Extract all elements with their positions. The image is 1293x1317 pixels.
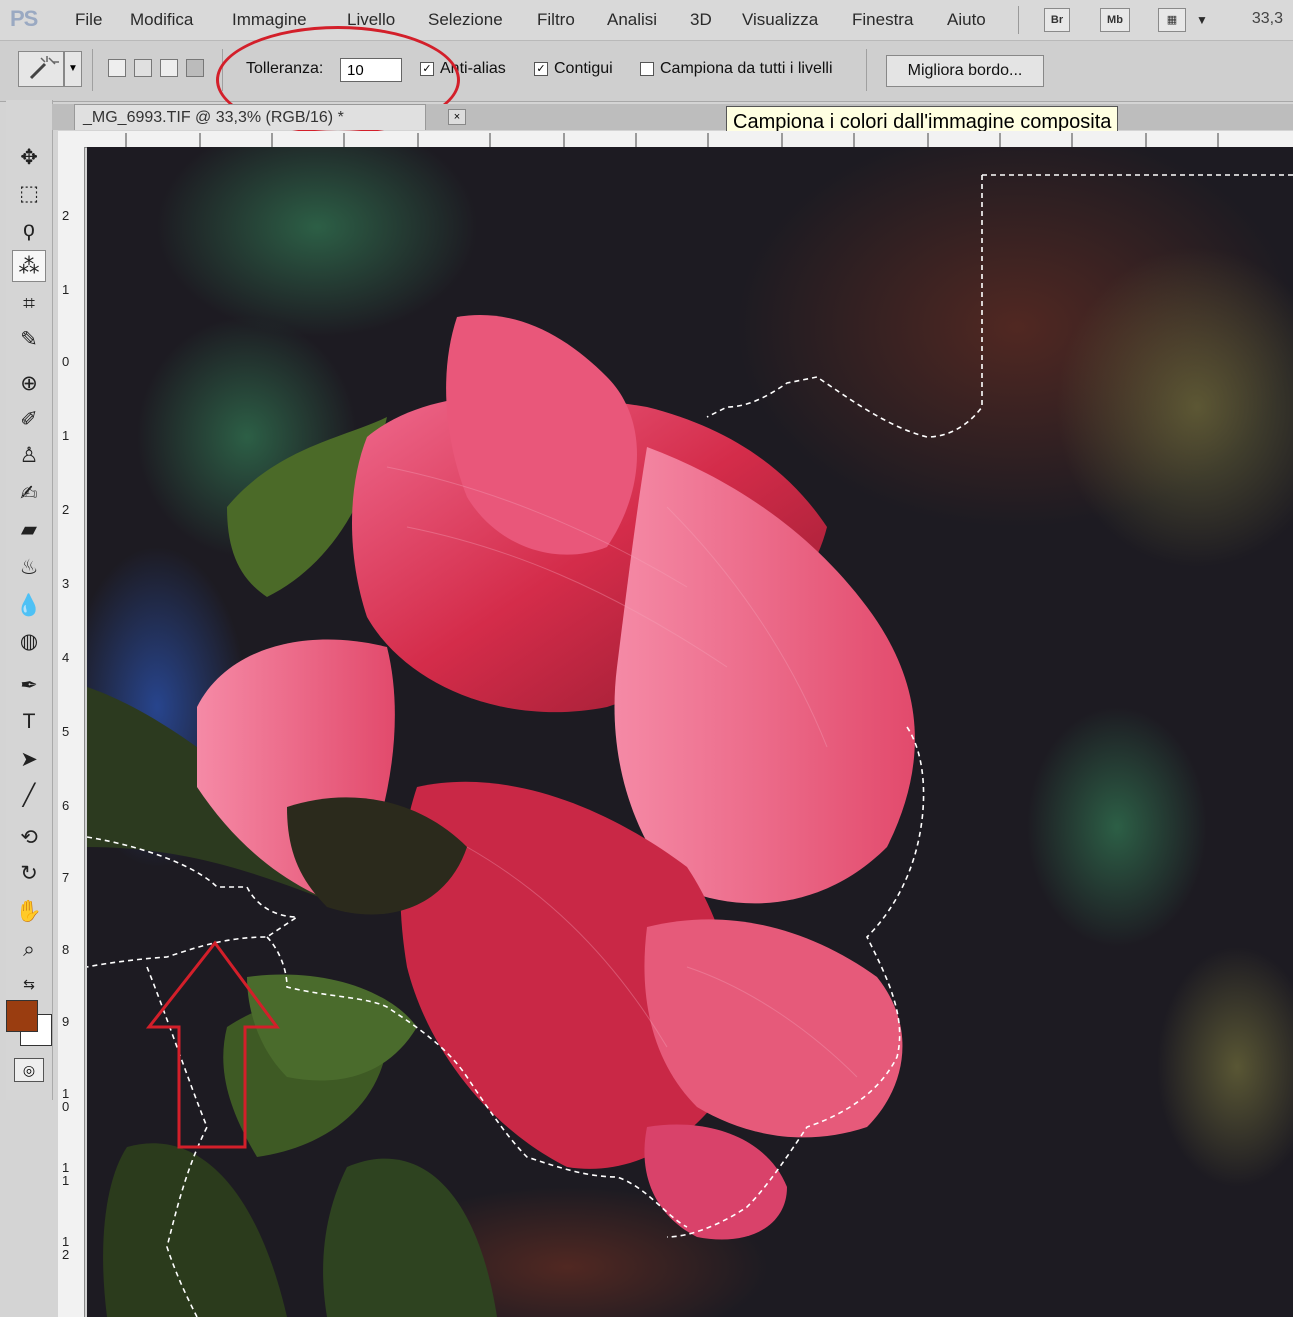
menu-file[interactable]: File bbox=[75, 10, 102, 30]
type-tool-icon[interactable]: T bbox=[12, 706, 46, 738]
hand-tool-icon[interactable]: ✋ bbox=[12, 896, 46, 928]
menu-separator bbox=[1018, 6, 1019, 34]
document-tab[interactable]: _MG_6993.TIF @ 33,3% (RGB/16) * bbox=[74, 104, 426, 130]
options-separator bbox=[222, 49, 223, 91]
ruler-label: 5 bbox=[62, 724, 70, 739]
contiguous-label: Contigui bbox=[554, 60, 613, 77]
new-selection-icon[interactable] bbox=[108, 59, 126, 77]
menu-3d[interactable]: 3D bbox=[690, 10, 712, 30]
chevron-down-icon[interactable]: ▼ bbox=[1196, 13, 1208, 27]
quick-mask-icon[interactable]: ◎ bbox=[14, 1058, 44, 1082]
refine-edge-button[interactable]: Migliora bordo... bbox=[886, 55, 1044, 87]
chevron-down-icon[interactable]: ▼ bbox=[64, 51, 82, 87]
ruler-label: 1 bbox=[62, 428, 70, 443]
ruler-label: 11 bbox=[62, 1160, 70, 1188]
dodge-tool-icon[interactable]: ◍ bbox=[12, 626, 46, 658]
eraser-tool-icon[interactable]: ▰ bbox=[12, 514, 46, 546]
antialias-checkbox[interactable]: ✓ bbox=[420, 62, 434, 76]
ruler-label: 10 bbox=[62, 1086, 70, 1114]
tolerance-label: Tolleranza: bbox=[246, 60, 324, 77]
close-icon[interactable]: × bbox=[448, 109, 466, 125]
menu-selezione[interactable]: Selezione bbox=[428, 10, 503, 30]
tolerance-input[interactable]: 10 bbox=[340, 58, 402, 82]
ruler-label: 9 bbox=[62, 1014, 70, 1029]
paint-bucket-tool-icon[interactable]: ♨ bbox=[12, 552, 46, 584]
menu-aiuto[interactable]: Aiuto bbox=[947, 10, 986, 30]
menu-visualizza[interactable]: Visualizza bbox=[742, 10, 818, 30]
menu-bar: PS File Modifica Immagine Livello Selezi… bbox=[0, 0, 1293, 41]
subtract-selection-icon[interactable] bbox=[160, 59, 178, 77]
menu-modifica[interactable]: Modifica bbox=[130, 10, 193, 30]
options-bar: ▼ Tolleranza: 10 ✓ Anti-alias ✓ Contigui… bbox=[0, 41, 1293, 102]
brush-tool-icon[interactable]: ✐ bbox=[12, 404, 46, 436]
horizontal-ruler-ticks bbox=[125, 133, 1219, 147]
photoshop-logo: PS bbox=[10, 6, 38, 31]
sample-all-layers-label: Campiona da tutti i livelli bbox=[660, 60, 833, 77]
menu-analisi[interactable]: Analisi bbox=[607, 10, 657, 30]
move-tool-icon[interactable]: ✥ bbox=[12, 142, 46, 174]
clone-stamp-tool-icon[interactable]: ♙ bbox=[12, 440, 46, 472]
marquee-tool-icon[interactable]: ⬚ bbox=[12, 178, 46, 210]
history-brush-tool-icon[interactable]: ✍ bbox=[12, 478, 46, 510]
ruler-label: 12 bbox=[62, 1234, 70, 1262]
zoom-tool-icon[interactable]: ⌕ bbox=[12, 934, 46, 966]
antialias-label: Anti-alias bbox=[440, 60, 506, 77]
add-to-selection-icon[interactable] bbox=[134, 59, 152, 77]
ruler-label: 2 bbox=[62, 208, 70, 223]
vertical-ruler[interactable]: 2 1 0 1 2 3 4 5 6 7 8 9 10 11 12 bbox=[58, 147, 85, 1317]
ruler-origin[interactable] bbox=[58, 131, 87, 148]
menu-finestra[interactable]: Finestra bbox=[852, 10, 913, 30]
bridge-button[interactable]: Br bbox=[1044, 8, 1070, 32]
horizontal-ruler[interactable] bbox=[86, 131, 1293, 148]
swap-colors-icon[interactable]: ⇆ bbox=[12, 968, 46, 1000]
options-separator bbox=[866, 49, 867, 91]
hibiscus-photo bbox=[87, 147, 1293, 1317]
ruler-label: 1 bbox=[62, 282, 70, 297]
lasso-tool-icon[interactable]: ϙ bbox=[12, 214, 46, 246]
ruler-label: 0 bbox=[62, 354, 70, 369]
path-selection-tool-icon[interactable]: ➤ bbox=[12, 744, 46, 776]
pen-tool-icon[interactable]: ✒ bbox=[12, 670, 46, 702]
sample-all-layers-checkbox[interactable] bbox=[640, 62, 654, 76]
document-canvas[interactable] bbox=[87, 147, 1293, 1317]
3d-orbit-tool-icon[interactable]: ↻ bbox=[12, 858, 46, 890]
line-tool-icon[interactable]: ╱ bbox=[12, 780, 46, 812]
ruler-label: 8 bbox=[62, 942, 70, 957]
crop-tool-icon[interactable]: ⌗ bbox=[12, 288, 46, 320]
foreground-color-swatch[interactable] bbox=[6, 1000, 38, 1032]
zoom-level[interactable]: 33,3 bbox=[1252, 10, 1283, 28]
contiguous-checkbox[interactable]: ✓ bbox=[534, 62, 548, 76]
menu-filtro[interactable]: Filtro bbox=[537, 10, 575, 30]
ruler-label: 7 bbox=[62, 870, 70, 885]
screen-mode-icon[interactable]: ▦ bbox=[1158, 8, 1186, 32]
minibridge-button[interactable]: Mb bbox=[1100, 8, 1130, 32]
menu-livello[interactable]: Livello bbox=[347, 10, 395, 30]
eyedropper-tool-icon[interactable]: ✎ bbox=[12, 324, 46, 356]
3d-rotate-tool-icon[interactable]: ⟲ bbox=[12, 822, 46, 854]
ruler-label: 4 bbox=[62, 650, 70, 665]
menu-immagine[interactable]: Immagine bbox=[232, 10, 307, 30]
magic-wand-tool-icon[interactable]: ⁂ bbox=[12, 250, 46, 282]
ruler-label: 3 bbox=[62, 576, 70, 591]
magic-wand-icon bbox=[29, 56, 59, 80]
ruler-label: 6 bbox=[62, 798, 70, 813]
blur-tool-icon[interactable]: 💧 bbox=[12, 590, 46, 622]
tool-preset-picker[interactable] bbox=[18, 51, 64, 87]
toolbox: ✥ ⬚ ϙ ⁂ ⌗ ✎ ⊕ ✐ ♙ ✍ ▰ ♨ 💧 ◍ ✒ T ➤ ╱ ⟲ ↻ … bbox=[6, 100, 53, 1100]
ruler-label: 2 bbox=[62, 502, 70, 517]
options-separator bbox=[92, 49, 93, 91]
intersect-selection-icon[interactable] bbox=[186, 59, 204, 77]
healing-brush-tool-icon[interactable]: ⊕ bbox=[12, 368, 46, 400]
